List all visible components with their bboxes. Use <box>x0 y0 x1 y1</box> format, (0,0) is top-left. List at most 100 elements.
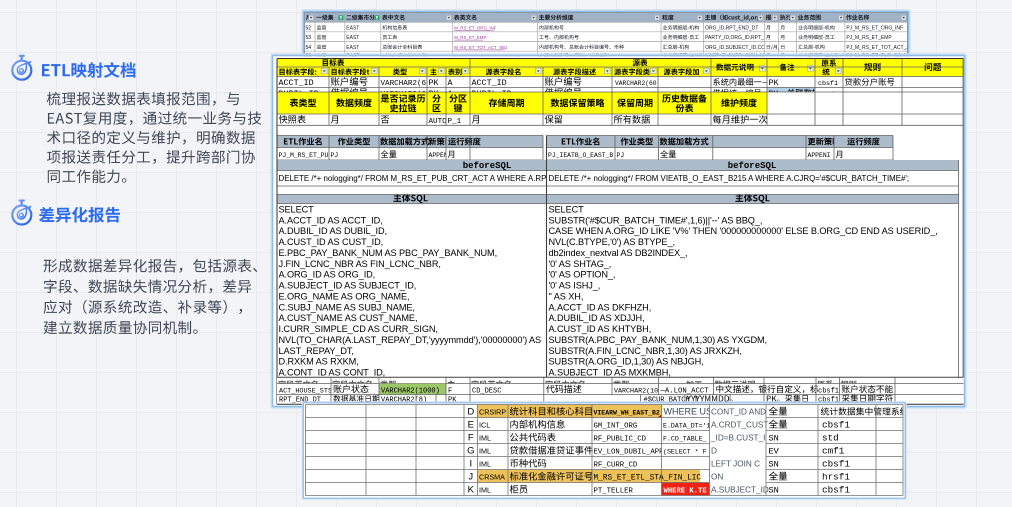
svg-text:D: D <box>467 407 474 418</box>
svg-text:IML: IML <box>479 434 491 443</box>
svg-text:VARCHAR2(60: VARCHAR2(60 <box>381 80 432 88</box>
svg-text:std: std <box>822 433 839 444</box>
svg-text:M_RS_ET_TOT_ACT_SBJ: M_RS_ET_TOT_ACT_SBJ <box>454 45 507 50</box>
svg-text:PJ: PJ <box>331 152 339 159</box>
svg-text:cbsf1: cbsf1 <box>822 420 850 431</box>
svg-text:PJ: PJ <box>617 152 625 159</box>
svg-text:A.SUBJECT_ID: A.SUBJECT_ID <box>711 486 769 495</box>
svg-text:SUBSTR(A.PBC_PAY_BANK_NUM,1,30: SUBSTR(A.PBC_PAY_BANK_NUM,1,30) AS YXGDM… <box>549 335 768 345</box>
svg-text:cbsf1: cbsf1 <box>822 459 850 470</box>
svg-text:beforeSQL: beforeSQL <box>728 161 777 171</box>
svg-text:ORG_ID,RPT_END_DT: ORG_ID,RPT_END_DT <box>705 25 758 31</box>
svg-text:cbsf1: cbsf1 <box>822 485 850 496</box>
svg-text:A.CUST_ID AS KHTYBH,: A.CUST_ID AS KHTYBH, <box>549 324 652 334</box>
svg-text:F: F <box>468 433 474 444</box>
svg-text:(SELECT * F: (SELECT * F <box>663 449 707 456</box>
svg-text:EAST: EAST <box>346 45 359 51</box>
svg-text:A.ACCT_ID AS ACCT_ID,: A.ACCT_ID AS ACCT_ID, <box>279 215 383 225</box>
svg-text:CONT_ID AND: CONT_ID AND <box>711 408 766 417</box>
svg-text:M_RS_ET_ORG_INF: M_RS_ET_ORG_INF <box>454 25 497 30</box>
svg-text:'0' AS SHTAG_,: '0' AS SHTAG_, <box>549 259 612 269</box>
svg-text:VARCHAR2(60): VARCHAR2(60) <box>615 80 660 87</box>
svg-text:J: J <box>468 472 473 483</box>
svg-text:PJ_IEATB_O_EAST_B: PJ_IEATB_O_EAST_B <box>548 152 613 159</box>
svg-text:IML: IML <box>479 447 491 456</box>
svg-text:A.SUBJECT_ID AS SUBJECT_ID,: A.SUBJECT_ID AS SUBJECT_ID, <box>279 281 417 291</box>
svg-text:A.ORG_ID AS ORG_ID,: A.ORG_ID AS ORG_ID, <box>279 270 376 280</box>
svg-text:ACCT_ID: ACCT_ID <box>472 78 507 88</box>
svg-text:J.FIN_LCNC_NBR AS FIN_LCNC_NBR: J.FIN_LCNC_NBR AS FIN_LCNC_NBR, <box>279 259 441 269</box>
svg-text:E: E <box>468 420 474 431</box>
svg-text:ACCT_ID: ACCT_ID <box>279 78 314 88</box>
svg-text:IML: IML <box>479 460 491 469</box>
svg-text:EV_LON_DUBIL_APPR: EV_LON_DUBIL_APPR <box>594 449 669 457</box>
svg-text:G: G <box>467 446 474 457</box>
svg-text:DELETE /*+ nologging*/ FROM M_: DELETE /*+ nologging*/ FROM M_RS_ET_PUB_… <box>279 174 552 183</box>
svg-text:IML: IML <box>479 486 491 495</box>
svg-text:D: D <box>711 447 717 456</box>
svg-text:LAST_REPAY_DT,: LAST_REPAY_DT, <box>279 346 354 356</box>
svg-text:SELECT: SELECT <box>549 205 585 215</box>
svg-text:E.ORG_NAME AS ORG_NAME,: E.ORG_NAME AS ORG_NAME, <box>279 292 410 302</box>
svg-text:SN: SN <box>769 486 779 496</box>
svg-text:ACT_HOUSE_STS: ACT_HOUSE_STS <box>279 387 332 395</box>
svg-text:CRSIRP: CRSIRP <box>479 408 506 417</box>
svg-text:A.CONT_ID AS CONT_ID,: A.CONT_ID AS CONT_ID, <box>279 368 386 378</box>
svg-text:cmf1: cmf1 <box>822 446 845 457</box>
svg-text:PJ_M_RS_ET_PU: PJ_M_RS_ET_PU <box>279 152 329 159</box>
svg-text:GM_INT_ORG: GM_INT_ORG <box>594 423 638 431</box>
svg-text:DELETE /*+ nologging*/ FROM VI: DELETE /*+ nologging*/ FROM VIEATB_O_EAS… <box>549 174 910 183</box>
svg-text:ICL: ICL <box>479 421 490 430</box>
svg-text:beforeSQL: beforeSQL <box>463 161 512 171</box>
svg-text:CRSMA: CRSMA <box>479 473 505 482</box>
svg-text:A.CUST_ID AS CUST_ID,: A.CUST_ID AS CUST_ID, <box>279 237 384 247</box>
svg-text:E.DATA_DT='1: E.DATA_DT='1 <box>663 423 711 430</box>
svg-text:A.DUBIL_ID AS DUBIL_ID,: A.DUBIL_ID AS DUBIL_ID, <box>279 226 388 236</box>
svg-text:cbsf1: cbsf1 <box>818 387 839 395</box>
svg-text:SUBSTR('#$CUR_BATCH_TIME#',1,6: SUBSTR('#$CUR_BATCH_TIME#',1,6)||'--' AS… <box>549 215 763 225</box>
svg-text:PK: PK <box>429 78 440 88</box>
svg-text:A.DUBIL_ID AS XDJJH,: A.DUBIL_ID AS XDJJH, <box>549 313 645 323</box>
svg-text:M_RS_ET_EMP: M_RS_ET_EMP <box>454 35 486 40</box>
svg-text:APPEN: APPEN <box>429 152 448 159</box>
svg-text:PJ_M_RS_ET_EMP: PJ_M_RS_ET_EMP <box>846 35 892 41</box>
svg-text:A.CRDT_CUST: A.CRDT_CUST <box>711 421 768 430</box>
svg-text:F.CD_TABLE_: F.CD_TABLE_ <box>663 436 707 443</box>
svg-text:hrsf1: hrsf1 <box>822 472 850 483</box>
svg-text:AUTO: AUTO <box>429 118 448 126</box>
svg-text:WHERE US: WHERE US <box>664 407 713 417</box>
svg-text:PT_TELLER: PT_TELLER <box>594 488 634 496</box>
svg-text:APPENI: APPENI <box>808 152 831 159</box>
svg-text:_ID=B.CUST_I: _ID=B.CUST_I <box>710 434 765 443</box>
svg-text:—A.LON_ACCT: —A.LON_ACCT <box>660 387 710 395</box>
svg-text:PJ_M_RS_ET_ORG_INF: PJ_M_RS_ET_ORG_INF <box>846 25 903 31</box>
svg-text:'' AS XH,: '' AS XH, <box>549 292 584 302</box>
svg-text:SELECT: SELECT <box>279 205 315 215</box>
svg-text:52: 52 <box>306 25 312 31</box>
svg-text:EV: EV <box>769 447 780 457</box>
svg-text:P_1: P_1 <box>448 118 462 126</box>
svg-text:I: I <box>469 459 472 470</box>
svg-text:C.SUBJ_NAME AS SUBJ_NAME,: C.SUBJ_NAME AS SUBJ_NAME, <box>279 302 415 312</box>
svg-text:A.CUST_NAME AS CUST_NAME,: A.CUST_NAME AS CUST_NAME, <box>279 313 418 323</box>
svg-text:'0' AS ISHJ_,: '0' AS ISHJ_, <box>549 281 601 291</box>
svg-text:SN: SN <box>769 460 779 470</box>
svg-text:VARCHAR2(10: VARCHAR2(10 <box>614 387 658 395</box>
svg-text:54: 54 <box>306 45 312 51</box>
svg-text:'0' AS OPTION_,: '0' AS OPTION_, <box>549 270 616 280</box>
svg-text:cbsf1: cbsf1 <box>818 80 838 88</box>
svg-text:LEFT JOIN C: LEFT JOIN C <box>711 460 760 469</box>
svg-text:E.PBC_PAY_BANK_NUM AS PBC_PAY_: E.PBC_PAY_BANK_NUM AS PBC_PAY_BANK_NUM, <box>279 248 498 258</box>
svg-text:M_RS_ET_ETL_STA_FIN_LIC: M_RS_ET_ETL_STA_FIN_LIC <box>594 475 702 483</box>
svg-text:F: F <box>448 387 452 395</box>
svg-text:NVL(C.BTYPE,'0') AS BTYPE_,: NVL(C.BTYPE,'0') AS BTYPE_, <box>549 237 675 247</box>
svg-text:VARCHAR2(1000): VARCHAR2(1000) <box>381 387 440 395</box>
svg-text:SUBSTR(A.ORG_ID,1,30) AS NBJGH: SUBSTR(A.ORG_ID,1,30) AS NBJGH, <box>549 357 704 367</box>
svg-text:D.RXKM AS RXKM,: D.RXKM AS RXKM, <box>279 357 359 367</box>
svg-text:CASE WHEN A.ORG_ID LIKE 'V%' T: CASE WHEN A.ORG_ID LIKE 'V%' THEN '00000… <box>549 226 938 236</box>
svg-text:CD_DESC: CD_DESC <box>472 387 501 395</box>
svg-text:ON: ON <box>711 473 723 482</box>
svg-text:PJ_M_RS_ET_TOT_ACT_ACT_S: PJ_M_RS_ET_TOT_ACT_ACT_S <box>846 45 923 51</box>
svg-text:db2index_nextval AS DB2INDEX_,: db2index_nextval AS DB2INDEX_, <box>549 248 688 258</box>
svg-text:EAST: EAST <box>346 35 359 41</box>
